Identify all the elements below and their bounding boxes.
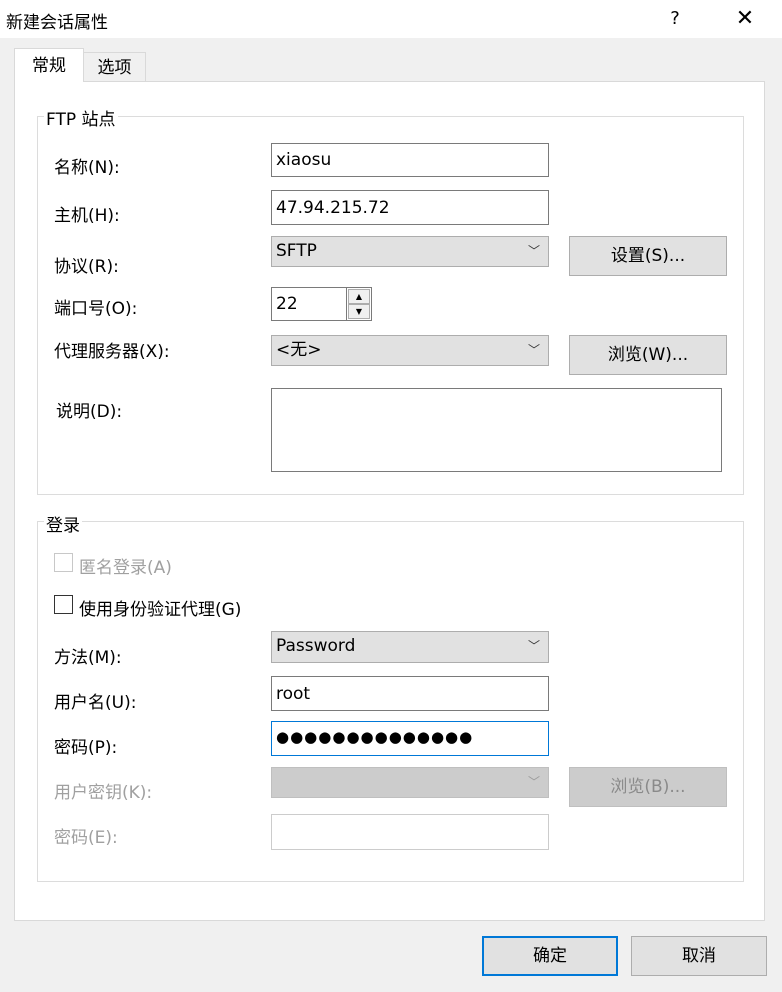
passphrase-label: 密码(E): [54, 828, 118, 848]
spin-down-button[interactable]: ▼ [348, 304, 370, 319]
description-label: 说明(D): [56, 402, 123, 422]
user-key-select[interactable]: ﹀ [271, 767, 549, 798]
login-group-title: 登录 [44, 511, 82, 536]
chevron-down-icon: ﹀ [527, 775, 540, 789]
username-label: 用户名(U): [54, 693, 137, 713]
protocol-value: SFTP [276, 241, 317, 261]
cancel-button[interactable]: 取消 [631, 936, 767, 976]
close-button[interactable]: ✕ [728, 4, 762, 34]
chevron-down-icon: ﹀ [527, 343, 540, 357]
host-input[interactable] [271, 190, 549, 225]
proxy-label: 代理服务器(X): [54, 342, 170, 362]
password-label: 密码(P): [54, 738, 118, 758]
chevron-down-icon: ﹀ [527, 639, 540, 653]
password-input[interactable]: ●●●●●●●●●●●●●● [271, 721, 549, 756]
chevron-down-icon: ﹀ [527, 244, 540, 258]
method-select[interactable]: Password ﹀ [271, 631, 549, 663]
description-textarea[interactable] [271, 388, 722, 472]
title-bar: 新建会话属性 ? ✕ [0, 0, 782, 38]
port-input[interactable] [271, 287, 347, 321]
port-stepper: ▲ ▼ [346, 287, 372, 321]
window-title: 新建会话属性 [6, 13, 108, 33]
user-key-label: 用户密钥(K): [54, 783, 153, 803]
ftp-group-title: FTP 站点 [44, 105, 118, 130]
proxy-browse-button[interactable]: 浏览(W)... [569, 335, 727, 375]
triangle-up-icon: ▲ [355, 292, 363, 301]
key-browse-button[interactable]: 浏览(B)... [569, 767, 727, 807]
tab-options[interactable]: 选项 [84, 52, 146, 82]
username-input[interactable] [271, 676, 549, 711]
proxy-select[interactable]: <无> ﹀ [271, 335, 549, 366]
settings-button[interactable]: 设置(S)... [569, 236, 727, 276]
ok-button[interactable]: 确定 [482, 936, 618, 976]
port-label: 端口号(O): [54, 299, 138, 319]
anonymous-checkbox[interactable] [54, 553, 73, 572]
name-input[interactable] [271, 143, 549, 177]
triangle-down-icon: ▼ [355, 307, 363, 316]
anonymous-label: 匿名登录(A) [79, 558, 172, 578]
passphrase-input[interactable] [271, 814, 549, 850]
auth-agent-checkbox[interactable] [54, 595, 73, 614]
method-label: 方法(M): [54, 648, 122, 668]
protocol-label: 协议(R): [54, 257, 119, 277]
host-label: 主机(H): [54, 206, 120, 226]
method-value: Password [276, 636, 356, 656]
protocol-select[interactable]: SFTP ﹀ [271, 236, 549, 267]
name-label: 名称(N): [54, 158, 120, 178]
spin-up-button[interactable]: ▲ [348, 289, 370, 304]
close-icon: ✕ [735, 6, 755, 31]
auth-agent-label: 使用身份验证代理(G) [79, 600, 242, 620]
proxy-value: <无> [276, 340, 322, 360]
help-button[interactable]: ? [660, 4, 690, 34]
tab-general[interactable]: 常规 [14, 48, 84, 82]
